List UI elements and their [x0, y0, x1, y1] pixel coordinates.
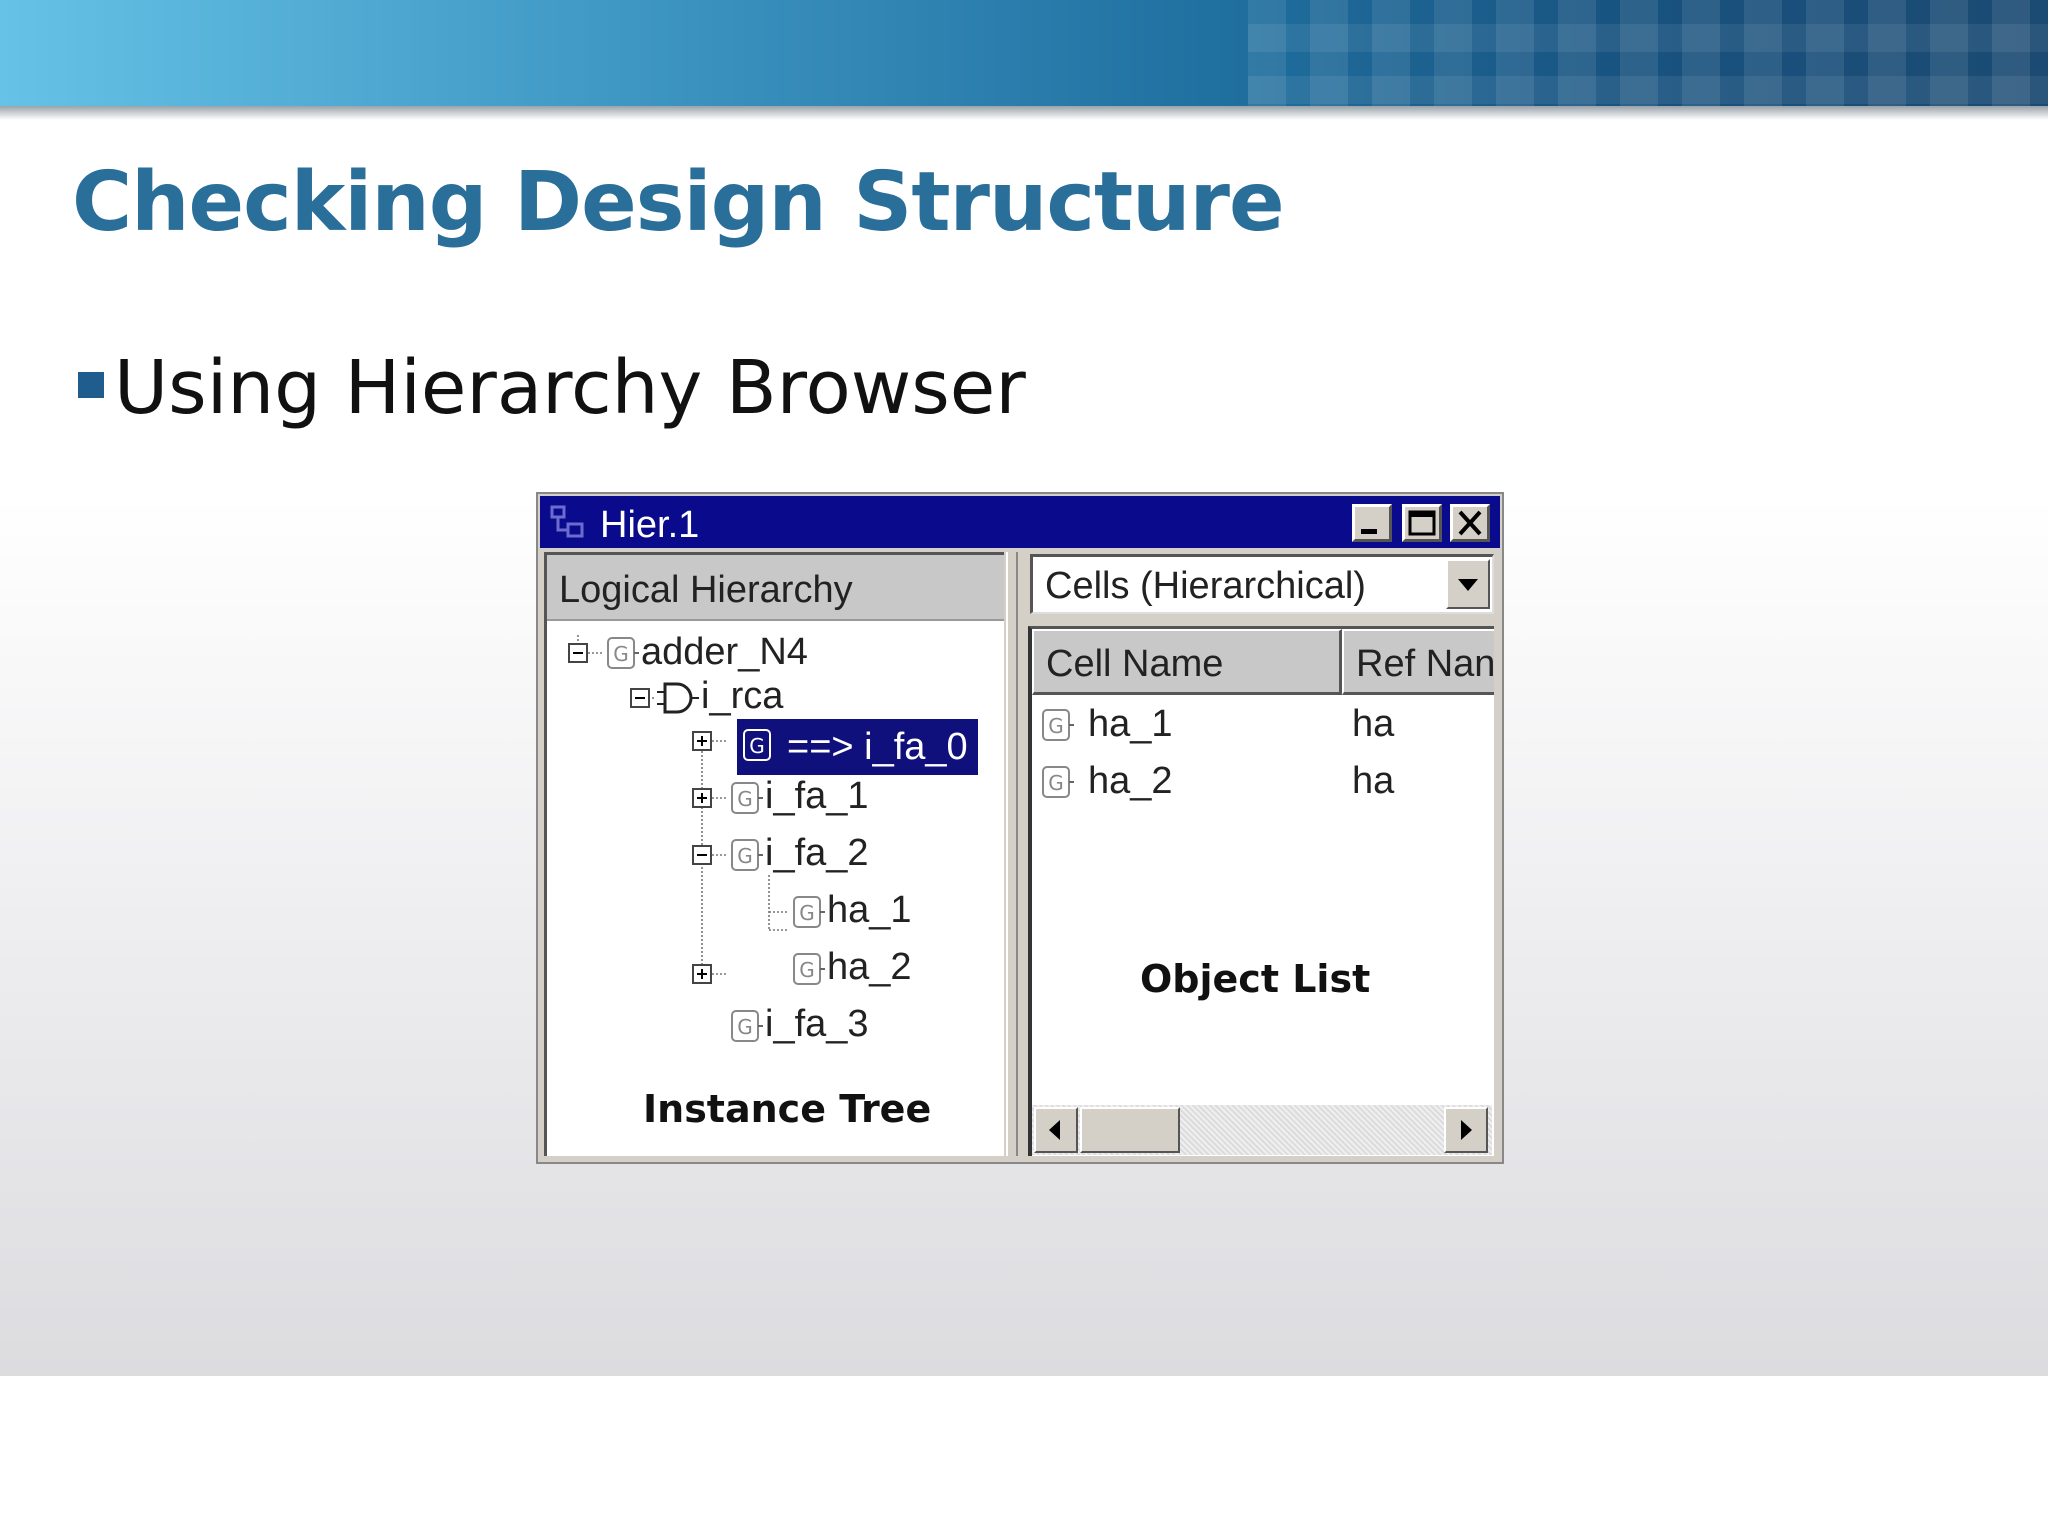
- cell-name: ha_2: [1088, 760, 1173, 802]
- bullet-item: Using Hierarchy Browser: [78, 345, 1026, 431]
- hierarchy-browser-window: Hier.1 Logical Hierarchy G adder_N4 i_rc…: [536, 492, 1504, 1164]
- arrow-right-icon: [1461, 1120, 1472, 1140]
- minimize-button[interactable]: [1352, 504, 1392, 542]
- minimize-icon: [1361, 529, 1377, 534]
- tree-item-i-fa-2[interactable]: i_fa_2: [765, 832, 869, 875]
- ref-name: ha: [1352, 760, 1395, 802]
- object-list-pane: Cell Name Ref Nan G ha_1 ha G ha_2 ha Ob…: [1028, 626, 1494, 1156]
- svg-text:G: G: [799, 958, 815, 982]
- close-button[interactable]: [1450, 504, 1490, 542]
- bullet-square-icon: [78, 372, 104, 398]
- svg-text:G: G: [1048, 771, 1064, 795]
- svg-text:G: G: [1048, 714, 1064, 738]
- collapse-minus-icon[interactable]: [630, 688, 650, 708]
- svg-text:G: G: [737, 787, 753, 811]
- gate-g-icon: G: [793, 896, 825, 928]
- gate-g-icon: G: [1042, 766, 1074, 798]
- chevron-down-icon: [1458, 579, 1478, 591]
- gate-g-icon: G: [731, 839, 763, 871]
- svg-text:G: G: [613, 642, 629, 666]
- and-gate-icon: [657, 682, 699, 714]
- window-title: Hier.1: [600, 504, 700, 546]
- svg-text:G: G: [737, 844, 753, 868]
- svg-text:G: G: [749, 734, 765, 758]
- scrollbar-thumb[interactable]: [1080, 1107, 1180, 1153]
- maximize-button[interactable]: [1402, 504, 1442, 542]
- window-titlebar[interactable]: Hier.1: [540, 496, 1500, 548]
- gate-g-icon: G: [743, 729, 771, 761]
- horizontal-scrollbar[interactable]: [1032, 1105, 1492, 1155]
- gate-g-icon: G: [793, 953, 825, 985]
- table-row[interactable]: G ha_2 ha: [1032, 756, 1492, 812]
- bullet-text: Using Hierarchy Browser: [114, 345, 1026, 431]
- pane-splitter[interactable]: [1006, 552, 1018, 1156]
- dropdown-selected-value: Cells (Hierarchical): [1045, 565, 1366, 607]
- column-header-ref-name[interactable]: Ref Nan: [1342, 629, 1494, 695]
- expand-plus-icon[interactable]: [692, 731, 712, 751]
- tree-item-ha-2[interactable]: ha_2: [827, 946, 912, 989]
- instance-tree-pane: Logical Hierarchy G adder_N4 i_rca ==> i…: [544, 552, 1004, 1156]
- tree-item-i-fa-1[interactable]: i_fa_1: [765, 775, 869, 818]
- column-header-label: Cell Name: [1046, 643, 1224, 685]
- scroll-right-button[interactable]: [1444, 1107, 1488, 1153]
- instance-tree-caption: Instance Tree: [643, 1087, 932, 1131]
- object-type-dropdown[interactable]: Cells (Hierarchical): [1030, 554, 1494, 614]
- tree-item-adder-n4[interactable]: adder_N4: [641, 631, 808, 674]
- expand-plus-icon[interactable]: [692, 964, 712, 984]
- tree-item-i-rca[interactable]: i_rca: [701, 675, 783, 718]
- slide-title: Checking Design Structure: [72, 155, 1285, 250]
- gate-g-icon: G: [1042, 709, 1074, 741]
- gate-g-icon: G: [607, 637, 639, 669]
- scroll-left-button[interactable]: [1034, 1107, 1078, 1153]
- hierarchy-app-icon: [550, 505, 584, 538]
- cell-name: ha_1: [1088, 703, 1173, 745]
- gate-g-icon: G: [731, 782, 763, 814]
- gate-g-icon: G: [731, 1010, 763, 1042]
- top-banner: [0, 0, 2048, 106]
- tree-item-i-fa-3[interactable]: i_fa_3: [765, 1003, 869, 1046]
- arrow-left-icon: [1049, 1120, 1060, 1140]
- ref-name: ha: [1352, 703, 1395, 745]
- column-header-cell-name[interactable]: Cell Name: [1032, 629, 1342, 695]
- object-list-caption: Object List: [1140, 957, 1371, 1001]
- banner-pattern: [1248, 0, 2048, 106]
- dropdown-button[interactable]: [1446, 559, 1490, 609]
- tree-item-ha-1[interactable]: ha_1: [827, 889, 912, 932]
- table-row[interactable]: G ha_1 ha: [1032, 699, 1492, 755]
- svg-text:G: G: [799, 901, 815, 925]
- collapse-minus-icon[interactable]: [568, 643, 588, 663]
- maximize-icon: [1408, 510, 1436, 536]
- svg-text:G: G: [737, 1015, 753, 1039]
- expand-plus-icon[interactable]: [692, 788, 712, 808]
- close-icon: [1458, 510, 1482, 536]
- column-header-label: Ref Nan: [1356, 643, 1494, 685]
- banner-shadow: [0, 106, 2048, 120]
- collapse-minus-icon[interactable]: [692, 845, 712, 865]
